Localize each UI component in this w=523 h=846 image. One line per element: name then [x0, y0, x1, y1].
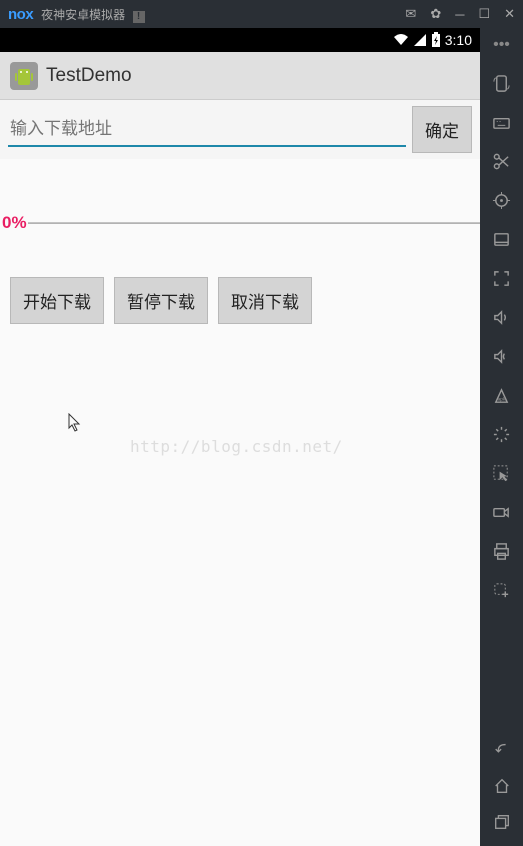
- download-controls: 开始下载 暂停下载 取消下载: [10, 277, 312, 324]
- printer-icon[interactable]: [480, 534, 523, 569]
- cellular-icon: [413, 33, 427, 47]
- svg-text:apk: apk: [498, 396, 506, 402]
- volume-up-icon[interactable]: [480, 300, 523, 335]
- status-clock: 3:10: [445, 32, 472, 48]
- minimize-button[interactable]: ─: [455, 7, 464, 22]
- emulator-right-toolbar: ••• apk: [480, 28, 523, 846]
- scissors-icon[interactable]: [480, 144, 523, 179]
- volume-down-icon[interactable]: [480, 339, 523, 374]
- wifi-icon: [393, 33, 409, 47]
- emulator-titlebar: nox 夜神安卓模拟器 ! ✉ ✿ ─ ☐ ✕: [0, 0, 523, 28]
- download-url-input[interactable]: [10, 119, 404, 139]
- close-button[interactable]: ✕: [504, 6, 515, 22]
- cancel-download-button[interactable]: 取消下载: [218, 277, 312, 324]
- keyboard-icon[interactable]: [480, 105, 523, 140]
- android-home-button[interactable]: [480, 768, 523, 804]
- settings-gear-icon[interactable]: ✿: [430, 6, 441, 22]
- progress-percent: 0%: [2, 213, 27, 233]
- confirm-button[interactable]: 确定: [412, 106, 472, 153]
- location-icon[interactable]: [480, 183, 523, 218]
- url-input-row: 确定: [0, 100, 480, 159]
- fullscreen-icon[interactable]: [480, 261, 523, 296]
- apk-install-icon[interactable]: apk: [480, 378, 523, 413]
- click-cursor-icon[interactable]: [480, 456, 523, 491]
- nox-logo: nox: [8, 6, 33, 23]
- app-title: TestDemo: [46, 65, 132, 87]
- more-options-icon[interactable]: •••: [493, 34, 510, 62]
- battery-charging-icon: [431, 32, 441, 48]
- app-content: 0% 开始下载 暂停下载 取消下载 http://blog.csdn.net/: [0, 159, 480, 846]
- window-bottom-icon[interactable]: [480, 222, 523, 257]
- device-screen: 3:10 TestDemo 确定 0% 开始下载 暂停下载 取消下载 http:…: [0, 28, 480, 846]
- pause-download-button[interactable]: 暂停下载: [114, 277, 208, 324]
- android-statusbar: 3:10: [0, 28, 480, 52]
- maximize-button[interactable]: ☐: [478, 6, 490, 22]
- start-download-button[interactable]: 开始下载: [10, 277, 104, 324]
- window-controls: ✉ ✿ ─ ☐ ✕: [405, 6, 515, 22]
- app-icon: [10, 62, 38, 90]
- loading-icon[interactable]: [480, 417, 523, 452]
- window-title: 夜神安卓模拟器 !: [41, 6, 405, 23]
- rotate-icon[interactable]: [480, 66, 523, 101]
- progress-bar: [28, 222, 480, 224]
- info-badge-icon: !: [133, 11, 145, 23]
- cursor-icon: [68, 413, 82, 438]
- app-title-bar: TestDemo: [0, 52, 480, 100]
- add-window-icon[interactable]: [480, 573, 523, 608]
- android-recents-button[interactable]: [480, 804, 523, 840]
- record-icon[interactable]: [480, 495, 523, 530]
- mail-icon[interactable]: ✉: [405, 6, 416, 22]
- android-back-button[interactable]: [480, 732, 523, 768]
- watermark-text: http://blog.csdn.net/: [130, 437, 343, 456]
